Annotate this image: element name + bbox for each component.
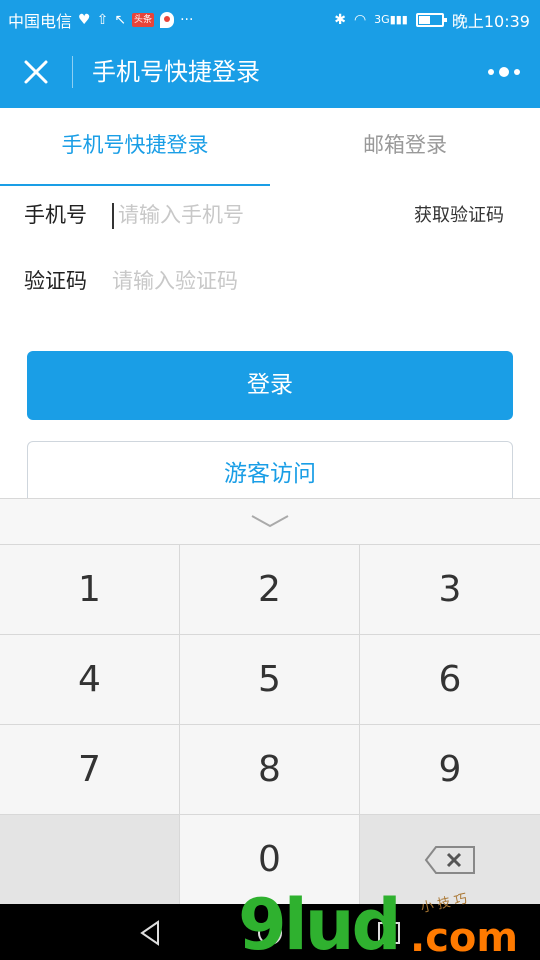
key-3[interactable]: 3 xyxy=(360,545,540,635)
key-5[interactable]: 5 xyxy=(180,635,360,725)
heart-icon: ♥ xyxy=(78,12,91,28)
missed-call-icon: ↖ xyxy=(114,12,127,28)
login-tabs: 手机号快捷登录 邮箱登录 xyxy=(0,108,540,186)
network-type: 3G xyxy=(374,13,390,26)
code-input[interactable]: 请输入验证码 xyxy=(112,264,372,298)
watermark-suffix: .com xyxy=(410,915,519,960)
numeric-keypad: 1234567890 xyxy=(0,498,540,905)
page-title: 手机号快捷登录 xyxy=(92,58,260,86)
title-divider xyxy=(72,56,73,88)
back-icon[interactable] xyxy=(136,918,166,948)
more-dot-icon xyxy=(514,69,520,75)
phone-label: 手机号 xyxy=(24,203,87,227)
code-label: 验证码 xyxy=(24,269,87,293)
phone-input[interactable]: 请输入手机号 xyxy=(112,198,372,232)
key-9[interactable]: 9 xyxy=(360,725,540,815)
key-1[interactable]: 1 xyxy=(0,545,180,635)
code-placeholder: 请输入验证码 xyxy=(112,269,238,293)
key-7[interactable]: 7 xyxy=(0,725,180,815)
status-bar: 中国电信 ♥ ⇧ ↖ 头条 ··· ✱ ◠ 3G▮▮▮ 晚上10:39 xyxy=(0,0,540,36)
location-icon xyxy=(160,12,175,28)
tab-email-login[interactable]: 邮箱登录 xyxy=(270,108,540,186)
tab-phone-login[interactable]: 手机号快捷登录 xyxy=(0,108,270,186)
clock: 晚上10:39 xyxy=(451,12,530,31)
login-button[interactable]: 登录 xyxy=(27,351,513,420)
more-dot-icon xyxy=(488,69,494,75)
phone-placeholder: 请输入手机号 xyxy=(118,203,244,227)
chevron-down-icon xyxy=(251,515,289,528)
upload-icon: ⇧ xyxy=(96,12,109,28)
title-bar: 手机号快捷登录 xyxy=(0,36,540,108)
more-notifications-icon: ··· xyxy=(180,12,194,28)
key-4[interactable]: 4 xyxy=(0,635,180,725)
phone-row: 手机号 请输入手机号 获取验证码 xyxy=(0,186,540,246)
more-options-button[interactable] xyxy=(484,60,524,84)
battery-icon xyxy=(415,13,447,27)
more-dot-icon xyxy=(499,67,509,77)
key-8[interactable]: 8 xyxy=(180,725,360,815)
backspace-icon xyxy=(424,846,475,874)
get-code-button[interactable]: 获取验证码 xyxy=(414,202,504,230)
watermark-logo: 9lud xyxy=(238,884,402,960)
code-row: 验证码 请输入验证码 xyxy=(0,252,540,312)
collapse-keyboard-button[interactable] xyxy=(0,499,540,545)
key-2[interactable]: 2 xyxy=(180,545,360,635)
close-button[interactable] xyxy=(14,54,58,90)
bluetooth-icon: ✱ xyxy=(334,12,346,28)
signal-icon: 3G▮▮▮ xyxy=(374,13,408,26)
text-cursor xyxy=(112,203,114,229)
wifi-icon: ◠ xyxy=(353,12,367,28)
key-blank xyxy=(0,815,180,905)
news-app-icon: 头条 xyxy=(132,13,155,27)
key-6[interactable]: 6 xyxy=(360,635,540,725)
close-icon xyxy=(24,60,48,84)
carrier-name: 中国电信 xyxy=(8,12,73,31)
battery-fill xyxy=(418,16,430,24)
